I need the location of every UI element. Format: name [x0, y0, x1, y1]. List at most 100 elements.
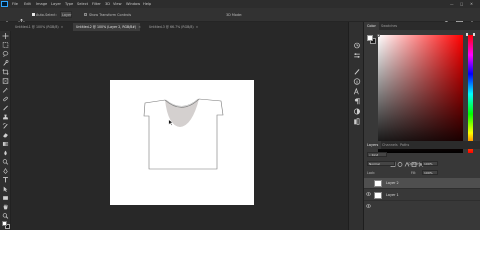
menu-edit[interactable]: Edit: [24, 1, 31, 7]
layer-filter-kind-dropdown[interactable]: ⌕ Kind: [367, 152, 387, 157]
opacity-label: Opacity:: [408, 162, 422, 166]
menu-file[interactable]: File: [12, 1, 18, 7]
tab-paths[interactable]: Paths: [397, 141, 412, 149]
lock-label: Lock:: [367, 171, 376, 175]
move-tool-icon[interactable]: [2, 33, 9, 39]
menu-view[interactable]: View: [113, 1, 122, 7]
3d-mode-icons[interactable]: [240, 13, 270, 28]
options-bar: Auto-Select: Layer Show Transform Contro…: [0, 8, 480, 28]
frame-tool-icon[interactable]: [2, 78, 9, 84]
layers-panel-footer-icons[interactable]: fx: [420, 223, 478, 228]
menu-image[interactable]: Image: [36, 1, 47, 7]
workspace-icon[interactable]: [456, 12, 463, 27]
gradient-tool-icon[interactable]: [2, 141, 9, 147]
brush-tool-icon[interactable]: [2, 105, 9, 111]
layer-name[interactable]: Layer 2: [386, 178, 399, 189]
marquee-tool-icon[interactable]: [2, 42, 9, 48]
dodge-tool-icon[interactable]: [2, 159, 9, 165]
app-logo: [1, 1, 8, 7]
layer-filter-icons[interactable]: [390, 152, 424, 167]
zoom-tool-icon[interactable]: [2, 213, 9, 219]
auto-select-checkbox[interactable]: [32, 13, 35, 16]
search-icon[interactable]: [444, 12, 450, 27]
blend-mode-dropdown[interactable]: Normal: [367, 161, 395, 166]
menu-type[interactable]: Type: [65, 1, 73, 7]
adjustments-panel-icon[interactable]: [353, 100, 361, 115]
layer-thumbnail: [374, 192, 382, 199]
hue-slider-handle[interactable]: [466, 33, 475, 36]
eraser-tool-icon[interactable]: [2, 132, 9, 138]
document-tab-1[interactable]: Untitled-1 @ 100% (RGB/8) ×: [12, 23, 63, 31]
path-selection-tool-icon[interactable]: [2, 186, 9, 192]
close-tab-icon[interactable]: ×: [196, 25, 199, 29]
eyedropper-tool-icon[interactable]: [2, 87, 9, 93]
hue-slider[interactable]: [468, 35, 473, 153]
layer-row-layer-1[interactable]: Layer 1: [364, 190, 480, 208]
document-tab-bar: Untitled-1 @ 100% (RGB/8) × Untitled-2 @ …: [0, 22, 348, 31]
lasso-tool-icon[interactable]: [2, 51, 9, 57]
color-panel-tabs: Color Swatches: [364, 22, 480, 30]
visibility-eye-icon[interactable]: [366, 181, 371, 196]
foreground-color-swatch[interactable]: [367, 35, 373, 41]
character-panel-icon[interactable]: [353, 80, 361, 95]
color-picker-field[interactable]: [378, 35, 463, 153]
close-icon[interactable]: ✕: [470, 1, 473, 7]
visibility-eye-icon[interactable]: [366, 193, 371, 208]
libraries-panel-icon[interactable]: [353, 110, 361, 125]
maximize-icon[interactable]: □: [460, 1, 463, 7]
rectangle-tool-icon[interactable]: [2, 195, 9, 201]
menu-bar: File Edit Image Layer Type Select Filter…: [0, 0, 480, 8]
quick-select-tool-icon[interactable]: [2, 60, 9, 66]
fill-label: Fill:: [411, 171, 417, 175]
home-icon[interactable]: [4, 12, 10, 27]
menu-help[interactable]: Help: [143, 1, 151, 7]
canvas-area[interactable]: [11, 31, 348, 230]
minimize-icon[interactable]: —: [450, 1, 454, 7]
tools-panel: [0, 31, 11, 230]
menu-window[interactable]: Window: [126, 1, 140, 7]
properties-panel-icon[interactable]: [353, 44, 361, 58]
blur-tool-icon[interactable]: [2, 150, 9, 156]
paragraph-panel-icon[interactable]: [353, 90, 361, 105]
menu-3d[interactable]: 3D: [105, 1, 110, 7]
tab-swatches[interactable]: Swatches: [378, 22, 400, 30]
info-panel-icon[interactable]: [353, 70, 361, 85]
document-tab-3[interactable]: Untitled-3 @ 66.7% (RGB/8) ×: [146, 23, 199, 31]
document-tab-2[interactable]: Untitled-2 @ 100% (Layer 2, RGB/8#) ×: [73, 23, 141, 31]
layer-row-layer-2[interactable]: Layer 2: [364, 178, 480, 196]
show-transform-checkbox[interactable]: [84, 13, 87, 16]
layer-name[interactable]: Layer 1: [386, 190, 399, 201]
tab-title: Untitled-2 @ 100% (Layer 2, RGB/8#): [76, 25, 137, 29]
clone-stamp-tool-icon[interactable]: [2, 114, 9, 120]
lock-icons[interactable]: [377, 171, 403, 185]
tshirt-drawing: [143, 98, 224, 170]
foreground-color-swatch[interactable]: [2, 221, 7, 226]
menu-select[interactable]: Select: [77, 1, 88, 7]
layers-panel-tabs: Layers Channels Paths: [364, 141, 480, 149]
close-tab-icon[interactable]: ×: [138, 25, 141, 29]
history-panel-icon[interactable]: [353, 34, 361, 49]
document-canvas[interactable]: [110, 80, 254, 205]
type-tool-icon[interactable]: [2, 177, 9, 183]
auto-select-dropdown[interactable]: Layer: [60, 11, 72, 18]
healing-brush-tool-icon[interactable]: [2, 96, 9, 102]
menu-layer[interactable]: Layer: [51, 1, 61, 7]
align-icons[interactable]: [128, 13, 188, 28]
tab-color[interactable]: Color: [364, 22, 379, 30]
fill-field[interactable]: 100%: [422, 170, 438, 175]
move-tool-icon[interactable]: [17, 11, 26, 27]
opacity-field[interactable]: 100%: [422, 161, 438, 166]
tab-title: Untitled-1 @ 100% (RGB/8): [15, 25, 59, 29]
hand-tool-icon[interactable]: [2, 204, 9, 210]
collapsed-panels-strip: [348, 22, 364, 230]
menu-filter[interactable]: Filter: [92, 1, 101, 7]
right-panel: Color Swatches Layers Channels Paths ⌕ K…: [364, 22, 480, 230]
pen-tool-icon[interactable]: [2, 168, 9, 174]
crop-tool-icon[interactable]: [2, 69, 9, 75]
show-transform-label: Show Transform Controls: [89, 13, 132, 17]
close-tab-icon[interactable]: ×: [61, 25, 64, 29]
brush-settings-panel-icon[interactable]: [353, 60, 361, 75]
page-bottom-margin: [0, 230, 480, 270]
history-brush-tool-icon[interactable]: [2, 123, 9, 129]
share-icon[interactable]: [469, 12, 475, 27]
